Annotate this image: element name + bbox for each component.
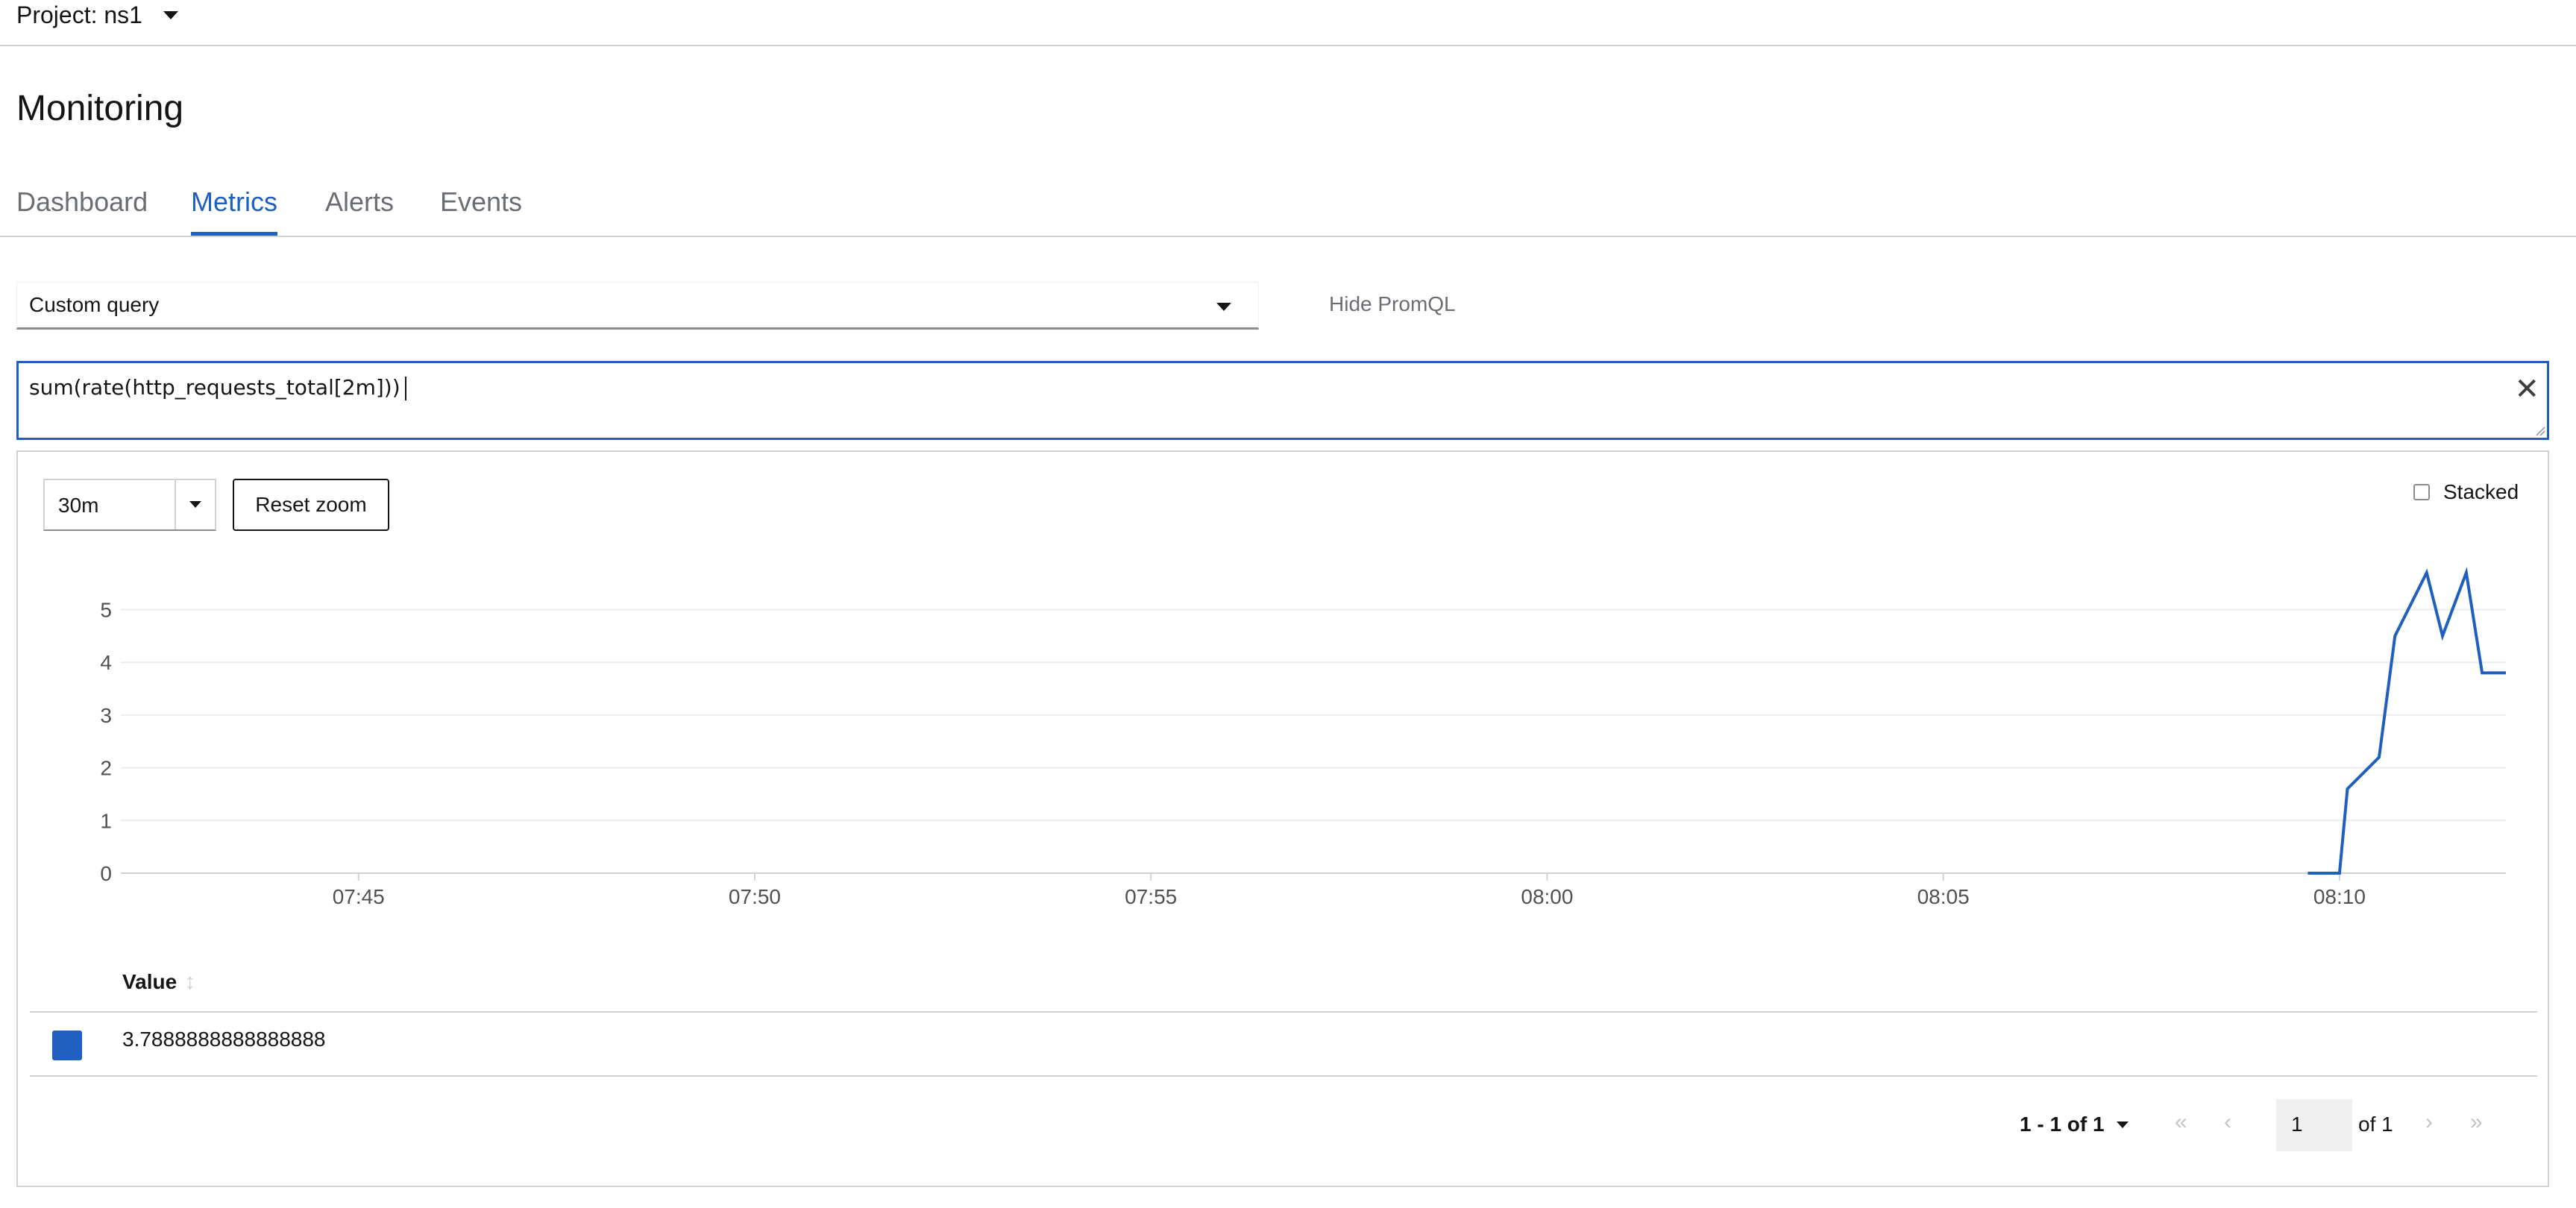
table-header-divider xyxy=(30,1011,2537,1013)
caret-down-icon xyxy=(189,501,201,508)
caret-down-icon xyxy=(2116,1121,2129,1128)
pagination-per-page-toggle[interactable]: 1 - 1 of 1 xyxy=(2020,1113,2129,1136)
text-cursor xyxy=(404,377,406,400)
project-label: Project: ns1 xyxy=(16,1,142,28)
hide-promql-button[interactable]: Hide PromQL xyxy=(1329,292,1456,316)
column-header-label: Value xyxy=(122,970,178,993)
first-page-icon[interactable]: « xyxy=(2175,1110,2187,1135)
query-select[interactable]: Custom query xyxy=(16,282,1259,330)
stacked-label: Stacked xyxy=(2443,480,2519,503)
y-tick-label: 5 xyxy=(100,598,112,621)
tab-events[interactable]: Events xyxy=(440,186,522,234)
last-page-icon[interactable]: » xyxy=(2470,1110,2483,1135)
query-text: sum(rate(http_requests_total[2m])) xyxy=(29,375,400,400)
promql-query-input[interactable]: sum(rate(http_requests_total[2m])) ✕ xyxy=(16,361,2549,440)
tab-alerts[interactable]: Alerts xyxy=(325,186,394,234)
table-row-divider xyxy=(30,1075,2537,1077)
header-divider xyxy=(0,45,2576,46)
stacked-toggle[interactable]: Stacked xyxy=(2413,480,2519,504)
clear-query-icon[interactable]: ✕ xyxy=(2514,372,2539,406)
next-page-icon[interactable]: › xyxy=(2425,1110,2433,1135)
stacked-checkbox[interactable] xyxy=(2413,484,2430,500)
series-line xyxy=(2308,567,2506,875)
time-range-value: 30m xyxy=(58,494,99,517)
project-selector[interactable]: Project: ns1 xyxy=(16,1,178,29)
series-color-swatch xyxy=(52,1031,82,1060)
x-tick-label: 08:00 xyxy=(1521,885,1573,908)
x-tick-label: 08:05 xyxy=(1917,885,1970,908)
x-tick-label: 07:45 xyxy=(333,885,385,908)
y-tick-label: 3 xyxy=(100,704,112,727)
sort-icon[interactable]: ↕ xyxy=(184,969,195,995)
page-number-input[interactable]: 1 xyxy=(2276,1099,2352,1151)
y-tick-label: 2 xyxy=(100,757,112,780)
caret-down-icon xyxy=(163,11,178,19)
tab-bar: Dashboard Metrics Alerts Events xyxy=(0,186,2576,237)
pagination-range: 1 - 1 of 1 xyxy=(2020,1113,2105,1136)
y-tick-label: 4 xyxy=(100,651,112,674)
x-tick-label: 07:50 xyxy=(729,885,781,908)
x-tick-label: 08:10 xyxy=(2313,885,2366,908)
query-select-value: Custom query xyxy=(29,293,160,316)
table-header-value[interactable]: Value ↕ xyxy=(122,969,195,995)
y-tick-label: 1 xyxy=(100,809,112,832)
page-of-label: of 1 xyxy=(2358,1113,2393,1136)
time-range-select[interactable]: 30m xyxy=(43,479,216,531)
caret-down-icon xyxy=(1216,303,1231,311)
page-title: Monitoring xyxy=(16,89,184,128)
resize-grip-icon[interactable] xyxy=(2533,424,2545,436)
previous-page-icon[interactable]: ‹ xyxy=(2224,1110,2231,1135)
select-divider xyxy=(175,480,176,529)
table-cell-value: 3.7888888888888888 xyxy=(122,1028,326,1051)
tab-dashboard[interactable]: Dashboard xyxy=(16,186,148,234)
reset-zoom-button[interactable]: Reset zoom xyxy=(233,479,389,531)
metrics-line-chart[interactable]: 0 1 2 3 4 5 07:45 07:50 07:55 08:00 08:05 08:10 xyxy=(0,552,2576,910)
tab-metrics[interactable]: Metrics xyxy=(191,186,277,236)
x-tick-label: 07:55 xyxy=(1125,885,1177,908)
y-tick-label: 0 xyxy=(100,862,112,885)
